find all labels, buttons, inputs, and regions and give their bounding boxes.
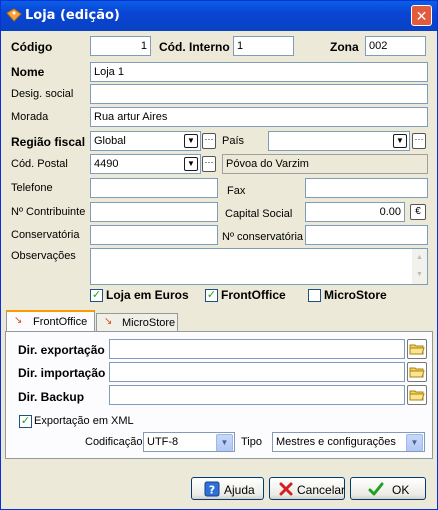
exportacao-xml-label: Exportação em XML xyxy=(34,415,134,427)
svg-text:?: ? xyxy=(209,484,215,497)
frontoffice-label: FrontOffice xyxy=(221,288,286,302)
conservatoria-field[interactable] xyxy=(90,225,218,245)
morada-field[interactable]: Rua artur Aires xyxy=(90,107,428,127)
regiao-fiscal-more-button[interactable]: ··· xyxy=(202,133,216,149)
codificacao-label: Codificação xyxy=(85,436,143,448)
pais-label: País xyxy=(222,135,245,147)
desig-social-label: Desig. social xyxy=(11,88,74,100)
observacoes-textarea[interactable] xyxy=(90,248,428,285)
cod-postal-dropdown-icon[interactable]: ▼ xyxy=(184,157,198,171)
fax-label: Fax xyxy=(227,185,246,197)
regiao-fiscal-combo[interactable]: Global ▼ xyxy=(90,131,201,151)
ajuda-button[interactable]: ? Ajuda xyxy=(191,477,264,500)
regiao-fiscal-value: Global xyxy=(94,135,126,147)
dir-backup-label: Dir. Backup xyxy=(18,390,85,404)
localidade-field: Póvoa do Varzim xyxy=(222,154,428,174)
codigo-label: Código xyxy=(11,40,53,54)
n-conservatoria-field[interactable] xyxy=(305,225,428,245)
cod-postal-value: 4490 xyxy=(94,158,119,170)
currency-euro-button[interactable]: € xyxy=(410,204,426,220)
regiao-fiscal-label: Região fiscal xyxy=(11,135,86,149)
folder-icon xyxy=(409,390,425,401)
regiao-fiscal-dropdown-icon[interactable]: ▼ xyxy=(184,134,198,148)
tab-microstore-label: MicroStore xyxy=(122,317,176,329)
window-title: Loja (edição) xyxy=(25,8,120,23)
dialog-window: Loja (edição) ✕ Código 1 Cód. Interno 1 … xyxy=(0,0,438,510)
ok-button[interactable]: OK xyxy=(350,477,426,500)
loja-em-euros-checkbox[interactable]: ✓ xyxy=(90,289,103,302)
telefone-field[interactable] xyxy=(90,178,218,198)
dir-backup-field[interactable] xyxy=(109,385,405,405)
cod-interno-label: Cód. Interno xyxy=(159,40,230,54)
cancelar-label: Cancelar xyxy=(297,483,346,497)
microstore-arrow-icon: ↘ xyxy=(104,316,113,327)
dir-exportacao-label: Dir. exportação xyxy=(18,343,105,357)
codificacao-select[interactable]: UTF-8 ▼ xyxy=(143,432,235,452)
capital-social-label: Capital Social xyxy=(225,208,293,220)
tipo-label: Tipo xyxy=(241,436,262,448)
tipo-value: Mestres e configurações xyxy=(276,436,396,448)
telefone-label: Telefone xyxy=(11,182,53,194)
fax-field[interactable] xyxy=(305,178,428,198)
frontoffice-arrow-icon: ↘ xyxy=(14,315,23,326)
nome-field[interactable]: Loja 1 xyxy=(90,62,428,82)
cod-postal-combo[interactable]: 4490 ▼ xyxy=(90,154,201,174)
dir-importacao-folder-button[interactable] xyxy=(407,362,427,382)
loja-em-euros-label: Loja em Euros xyxy=(106,288,189,302)
nome-label: Nome xyxy=(11,65,45,79)
tab-frontoffice[interactable]: ↘ FrontOffice xyxy=(6,310,95,332)
observacoes-label: Observações xyxy=(11,250,76,262)
folder-icon xyxy=(409,344,425,355)
title-bar[interactable]: Loja (edição) ✕ xyxy=(1,1,437,31)
zona-field[interactable]: 002 xyxy=(365,36,426,56)
ok-check-icon xyxy=(368,482,384,496)
morada-label: Morada xyxy=(11,111,49,123)
tipo-dropdown-icon[interactable]: ▼ xyxy=(406,434,423,451)
dir-importacao-field[interactable] xyxy=(109,362,405,382)
observacoes-scrollbar[interactable]: ▲ ▼ xyxy=(412,249,427,284)
cod-postal-label: Cód. Postal xyxy=(11,158,68,170)
conservatoria-label: Conservatória xyxy=(11,229,80,241)
codificacao-dropdown-icon[interactable]: ▼ xyxy=(216,434,233,451)
desig-social-field[interactable] xyxy=(90,84,428,104)
cod-postal-more-button[interactable]: ··· xyxy=(202,156,216,172)
tipo-select[interactable]: Mestres e configurações ▼ xyxy=(272,432,425,452)
frontoffice-panel: Dir. exportação Dir. importação Dir. Bac… xyxy=(5,331,433,459)
scroll-down-icon[interactable]: ▼ xyxy=(412,266,427,283)
dir-exportacao-field[interactable] xyxy=(109,339,405,359)
contribuinte-label: Nº Contribuinte xyxy=(11,206,86,218)
codificacao-value: UTF-8 xyxy=(147,436,179,448)
pais-combo[interactable]: ▼ xyxy=(268,131,410,151)
exportacao-xml-checkbox[interactable]: ✓ xyxy=(19,415,32,428)
frontoffice-checkbox[interactable]: ✓ xyxy=(205,289,218,302)
codigo-field[interactable]: 1 xyxy=(90,36,151,56)
cod-interno-field[interactable]: 1 xyxy=(233,36,294,56)
ok-label: OK xyxy=(392,483,410,497)
microstore-label: MicroStore xyxy=(324,288,387,302)
dir-backup-folder-button[interactable] xyxy=(407,385,427,405)
microstore-checkbox[interactable] xyxy=(308,289,321,302)
close-button[interactable]: ✕ xyxy=(411,5,432,26)
help-icon: ? xyxy=(204,481,220,497)
pais-dropdown-icon[interactable]: ▼ xyxy=(393,134,407,148)
zona-label: Zona xyxy=(330,40,359,54)
ajuda-label: Ajuda xyxy=(224,483,255,497)
cancelar-button[interactable]: Cancelar xyxy=(269,477,345,500)
store-tag-icon xyxy=(6,8,22,22)
scroll-up-icon[interactable]: ▲ xyxy=(412,249,427,266)
cancel-x-icon xyxy=(279,482,293,496)
tab-frontoffice-label: FrontOffice xyxy=(33,316,88,328)
n-conservatoria-label: Nº conservatória xyxy=(222,231,304,243)
dir-exportacao-folder-button[interactable] xyxy=(407,339,427,359)
folder-icon xyxy=(409,367,425,378)
tab-microstore[interactable]: ↘ MicroStore xyxy=(96,313,178,333)
capital-social-field[interactable]: 0.00 xyxy=(305,202,405,222)
contribuinte-field[interactable] xyxy=(90,202,218,222)
pais-more-button[interactable]: ··· xyxy=(412,133,426,149)
dir-importacao-label: Dir. importação xyxy=(18,366,106,380)
